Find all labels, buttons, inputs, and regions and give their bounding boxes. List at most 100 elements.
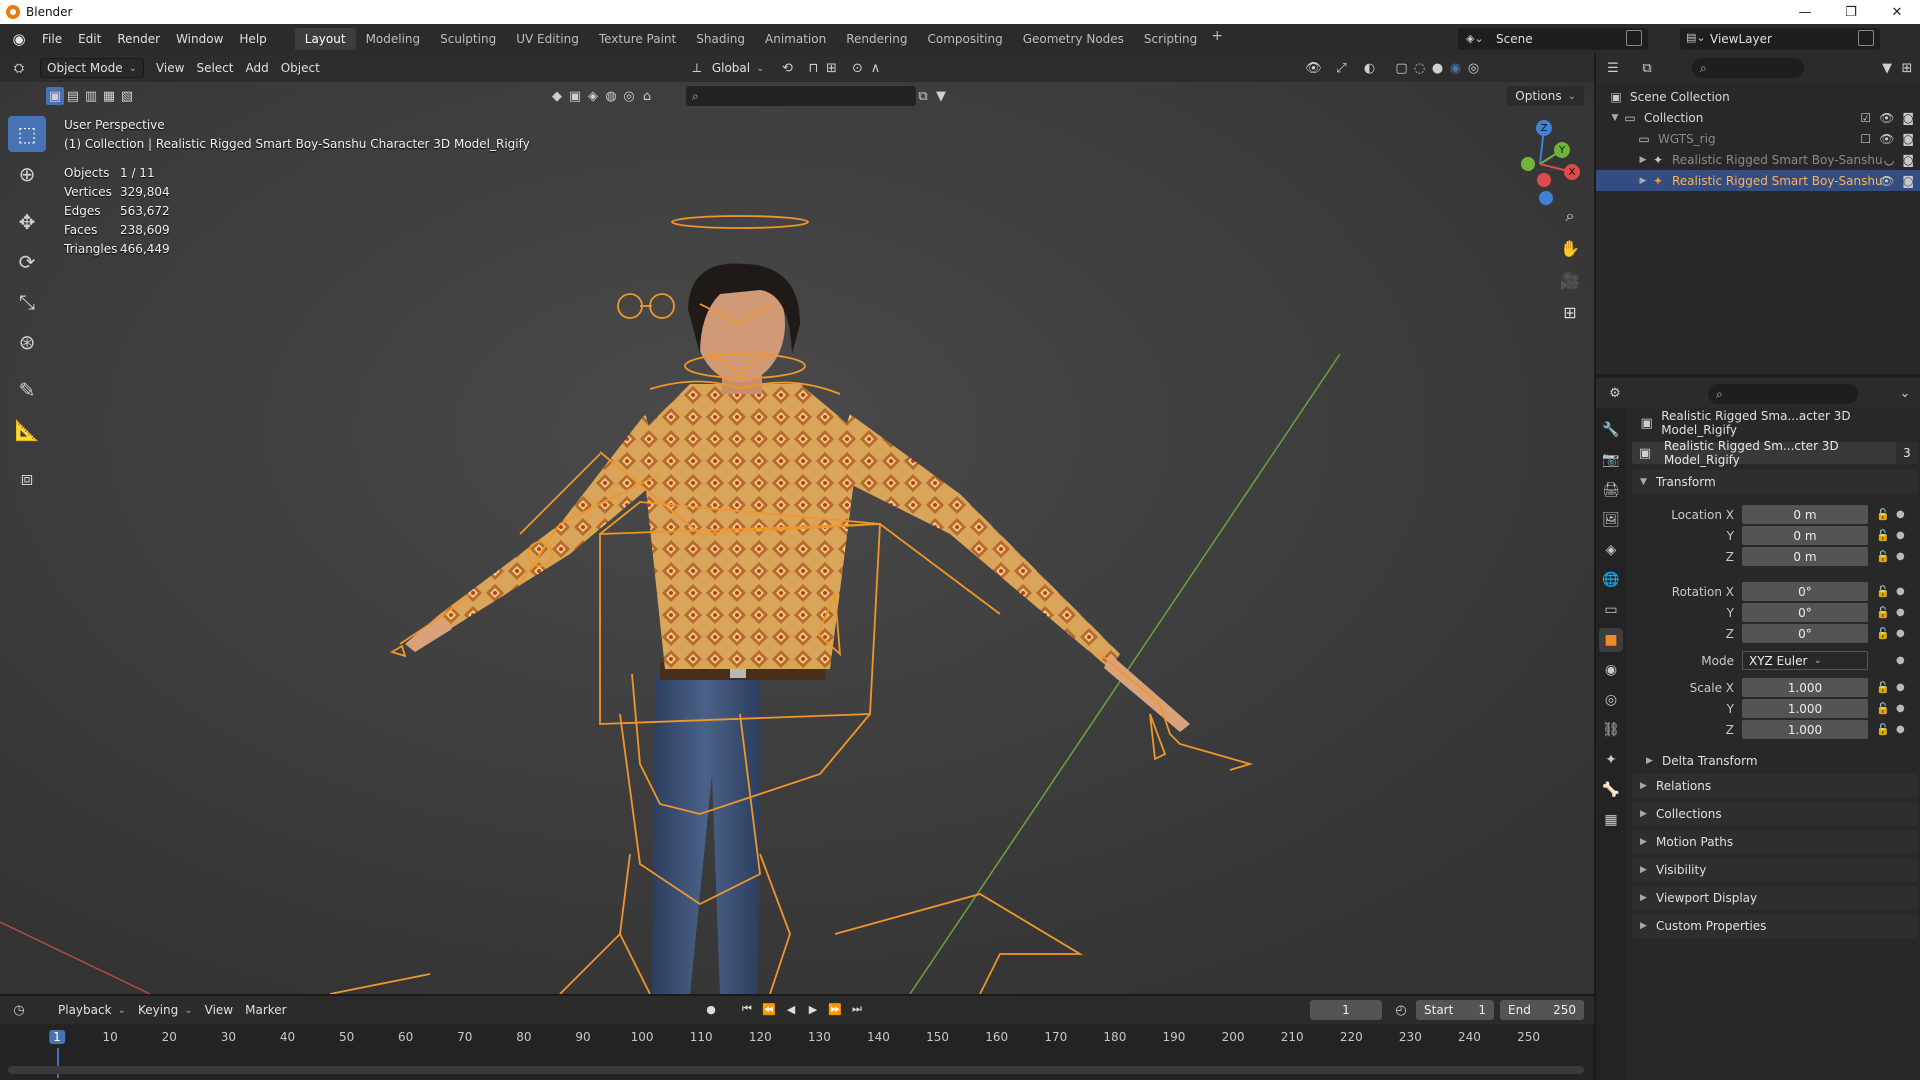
lock-icon[interactable]: 🔓 (1876, 627, 1890, 640)
constraints-tab-icon[interactable]: ⛓ (1599, 718, 1623, 742)
proportional-edit-icon[interactable]: ⊙ (849, 59, 867, 77)
start-frame-field[interactable]: Start 1 (1416, 1000, 1494, 1020)
menu-playback[interactable]: Playback (52, 1000, 132, 1020)
keyframe-dot-icon[interactable]: ● (1896, 655, 1905, 666)
3d-viewport[interactable]: ⛭ Object Mode View Select Add Object ⟂ G… (0, 54, 1594, 994)
solid-shading-icon[interactable]: ● (1429, 59, 1447, 77)
object-browse-icon[interactable]: ▣ (1636, 444, 1654, 462)
menu-add[interactable]: Add (240, 58, 275, 78)
new-collection-icon[interactable]: ⊞ (1898, 59, 1916, 77)
outliner-search-input[interactable]: ⌕ (1692, 58, 1804, 78)
cursor-tool-icon[interactable]: ⊕ (8, 156, 46, 192)
tab-rendering[interactable]: Rendering (836, 28, 917, 50)
properties-editor-icon[interactable]: ⚙ (1606, 384, 1624, 402)
material-shading-icon[interactable]: ◉ (1447, 59, 1465, 77)
hidden-eye-icon[interactable]: ◡ (1884, 153, 1894, 167)
blender-menu-icon[interactable]: ◉ (10, 30, 28, 48)
collapse-arrow-icon[interactable]: ▼ (1608, 113, 1622, 123)
visibility-icon[interactable]: 👁 (1305, 59, 1323, 77)
location-x-field[interactable]: 0 m (1742, 505, 1868, 524)
eye-icon[interactable]: 👁 (1879, 111, 1894, 125)
collection-tab-icon[interactable]: ▭ (1599, 598, 1623, 622)
rotation-y-field[interactable]: 0° (1742, 603, 1868, 622)
options-button[interactable]: Options (1507, 86, 1584, 106)
properties-search-input[interactable]: ⌕ (1708, 384, 1858, 404)
eye-icon[interactable]: 👁 (1879, 132, 1894, 146)
annotate-tool-icon[interactable]: ✎ (8, 372, 46, 408)
collections-panel-header[interactable]: ▶ Collections (1632, 802, 1918, 826)
visibility-panel-header[interactable]: ▶ Visibility (1632, 858, 1918, 882)
filter-funnel-icon[interactable]: ▼ (932, 87, 950, 105)
editor-type-icon[interactable]: ⛭ (10, 59, 28, 77)
outliner-scene-collection[interactable]: ▣ Scene Collection (1596, 86, 1920, 107)
play-reverse-icon[interactable]: ◀ (782, 1000, 800, 1018)
outliner-item[interactable]: ▶ ✦ Realistic Rigged Smart Boy-Sanshu ◡ ◙ (1596, 149, 1920, 170)
render-tab-icon[interactable]: 📷 (1599, 448, 1623, 472)
menu-timeline-view[interactable]: View (199, 1000, 239, 1020)
outliner-filter-icon[interactable]: ▼ (1878, 59, 1896, 77)
view-layer-selector[interactable]: ▤⌄ ViewLayer (1680, 28, 1880, 50)
expand-arrow-icon[interactable]: ▶ (1636, 155, 1650, 165)
xray-icon[interactable]: ▢ (1393, 59, 1411, 77)
mesh-filter-icon[interactable]: ◈ (584, 87, 602, 105)
restore-icon[interactable]: ❐ (1828, 0, 1874, 24)
motion-paths-panel-header[interactable]: ▶ Motion Paths (1632, 830, 1918, 854)
orientation-selector[interactable]: Global (706, 58, 771, 78)
menu-select[interactable]: Select (190, 58, 239, 78)
select-invert-icon[interactable]: ▦ (100, 87, 118, 105)
gizmo-z-icon[interactable]: Z (1536, 120, 1552, 136)
gizmo-x-icon[interactable]: X (1564, 164, 1580, 180)
selectable-filter-icon[interactable]: ▣ (566, 87, 584, 105)
gizmo-toggle-icon[interactable]: ⤢ (1333, 59, 1351, 77)
outliner-item-selected[interactable]: ▶ ✦ Realistic Rigged Smart Boy-Sanshu 👁 ◙ (1596, 170, 1920, 191)
eye-icon[interactable]: 👁 (1879, 174, 1894, 188)
transform-panel-header[interactable]: ▼ Transform (1632, 470, 1918, 494)
keyframe-dot-icon[interactable]: ● (1896, 682, 1905, 693)
scale-tool-icon[interactable]: ⤡ (8, 284, 46, 320)
keyframe-dot-icon[interactable]: ● (1896, 509, 1905, 520)
menu-help[interactable]: Help (231, 28, 274, 50)
restrict-toggles-icon[interactable]: ⧉ (914, 87, 932, 105)
tab-compositing[interactable]: Compositing (917, 28, 1012, 50)
texture-tab-icon[interactable]: ▦ (1599, 808, 1623, 832)
overlays-icon[interactable]: ◐ (1361, 59, 1379, 77)
menu-keying[interactable]: Keying (132, 1000, 199, 1020)
camera-icon[interactable]: ◙ (1902, 153, 1914, 167)
record-icon[interactable]: ● (702, 1000, 720, 1018)
rendered-shading-icon[interactable]: ◎ (1465, 59, 1483, 77)
outliner-editor-icon[interactable]: ☰ (1604, 59, 1622, 77)
rotation-x-field[interactable]: 0° (1742, 582, 1868, 601)
armature-data-tab-icon[interactable]: ✦ (1599, 748, 1623, 772)
timeline-scrollbar[interactable] (8, 1066, 1584, 1074)
minimize-icon[interactable]: — (1782, 0, 1828, 24)
keyframe-dot-icon[interactable]: ● (1896, 724, 1905, 735)
tab-sculpting[interactable]: Sculpting (430, 28, 506, 50)
keyframe-dot-icon[interactable]: ● (1896, 586, 1905, 597)
object-tab-icon[interactable]: ■ (1599, 628, 1623, 652)
tab-uv-editing[interactable]: UV Editing (506, 28, 589, 50)
prev-keyframe-icon[interactable]: ⏪ (760, 1000, 778, 1018)
delta-transform-subpanel[interactable]: ▶ Delta Transform (1632, 748, 1918, 774)
zoom-icon[interactable]: ⌕ (1556, 202, 1584, 230)
new-scene-icon[interactable] (1626, 30, 1642, 46)
scale-x-field[interactable]: 1.000 (1742, 678, 1868, 697)
custom-properties-panel-header[interactable]: ▶ Custom Properties (1632, 914, 1918, 938)
wireframe-shading-icon[interactable]: ◌ (1411, 59, 1429, 77)
ortho-grid-icon[interactable]: ⊞ (1556, 298, 1584, 326)
object-filter-icon[interactable]: ◆ (548, 87, 566, 105)
camera-icon[interactable]: ◙ (1902, 111, 1914, 125)
outliner-item[interactable]: ▭ WGTS_rig ☐ 👁 ◙ (1596, 128, 1920, 149)
select-box-icon[interactable]: ▣ (46, 87, 64, 105)
scale-y-field[interactable]: 1.000 (1742, 699, 1868, 718)
tab-geometry-nodes[interactable]: Geometry Nodes (1013, 28, 1134, 50)
transform-tool-icon[interactable]: ⊛ (8, 324, 46, 360)
camera-icon[interactable]: ◙ (1902, 174, 1914, 188)
display-mode-icon[interactable]: ⧉ (1638, 59, 1656, 77)
outliner-collection[interactable]: ▼ ▭ Collection ☑ 👁 ◙ (1596, 107, 1920, 128)
gizmo-y-icon[interactable]: Y (1554, 142, 1570, 158)
camera-filter-icon[interactable]: ◎ (620, 87, 638, 105)
checkbox-icon[interactable]: ☑ (1860, 111, 1871, 125)
frame-ruler[interactable]: 1 10 20 30 40 50 60 70 80 90 100 110 120 130 140 150 160… (0, 1026, 1594, 1048)
play-icon[interactable]: ▶ (804, 1000, 822, 1018)
timeline-editor-icon[interactable]: ◷ (10, 1001, 28, 1019)
